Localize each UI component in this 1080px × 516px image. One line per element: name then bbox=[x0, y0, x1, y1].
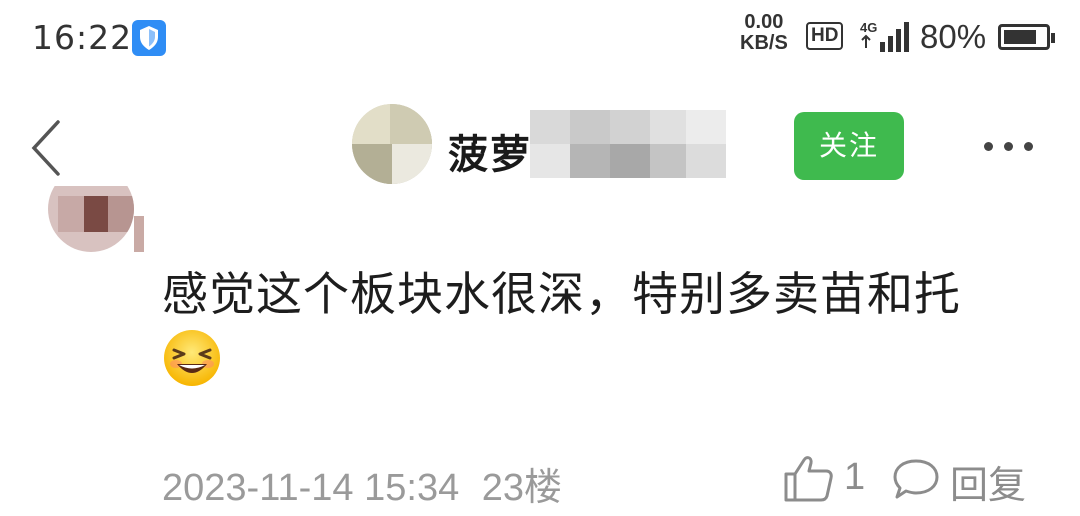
back-button[interactable] bbox=[28, 118, 68, 178]
cellular-signal-icon: 4G bbox=[858, 18, 912, 54]
security-shield-icon bbox=[132, 20, 166, 56]
battery-icon bbox=[998, 24, 1055, 50]
comment-floor: 23楼 bbox=[481, 467, 563, 509]
author-avatar[interactable] bbox=[352, 104, 432, 184]
battery-percent: 80% bbox=[920, 18, 987, 55]
more-options-button[interactable] bbox=[980, 130, 1040, 160]
battery-tip bbox=[1051, 33, 1055, 43]
comment-body: 感觉这个板块水很深，特别多卖苗和托 bbox=[162, 262, 1022, 392]
comment-meta: 2023-11-14 15:34 23楼 bbox=[162, 456, 574, 511]
comment-text: 感觉这个板块水很深，特别多卖苗和托 bbox=[162, 267, 961, 321]
status-time: 16:22 bbox=[32, 18, 133, 57]
more-dots-icon bbox=[984, 142, 993, 151]
network-speed-value: 0.00 bbox=[744, 11, 784, 33]
author-name[interactable]: 菠萝 bbox=[448, 122, 532, 180]
reply-label: 回复 bbox=[950, 463, 1027, 507]
thumbs-up-icon bbox=[784, 456, 833, 502]
speech-bubble-icon bbox=[893, 459, 939, 499]
reply-button[interactable]: 回复 bbox=[892, 452, 1052, 507]
chevron-left-icon bbox=[31, 120, 60, 176]
name-redaction-mosaic bbox=[530, 110, 726, 178]
commenter-avatar[interactable] bbox=[44, 186, 144, 258]
status-bar: 16:22 0.00 KB/S HD 4G 80% bbox=[0, 0, 1080, 80]
comment-date: 2023-11-14 15:34 bbox=[162, 467, 460, 509]
battery-fill bbox=[1004, 30, 1036, 44]
network-speed: 0.00 KB/S bbox=[740, 12, 788, 54]
hd-voice-icon: HD bbox=[806, 22, 844, 50]
like-count: 1 bbox=[844, 456, 866, 498]
network-speed-unit: KB/S bbox=[740, 32, 788, 54]
follow-button[interactable]: 关注 bbox=[794, 112, 904, 180]
grinning-squinting-face-emoji-icon bbox=[162, 328, 222, 388]
network-type-label: 4G bbox=[860, 20, 877, 35]
